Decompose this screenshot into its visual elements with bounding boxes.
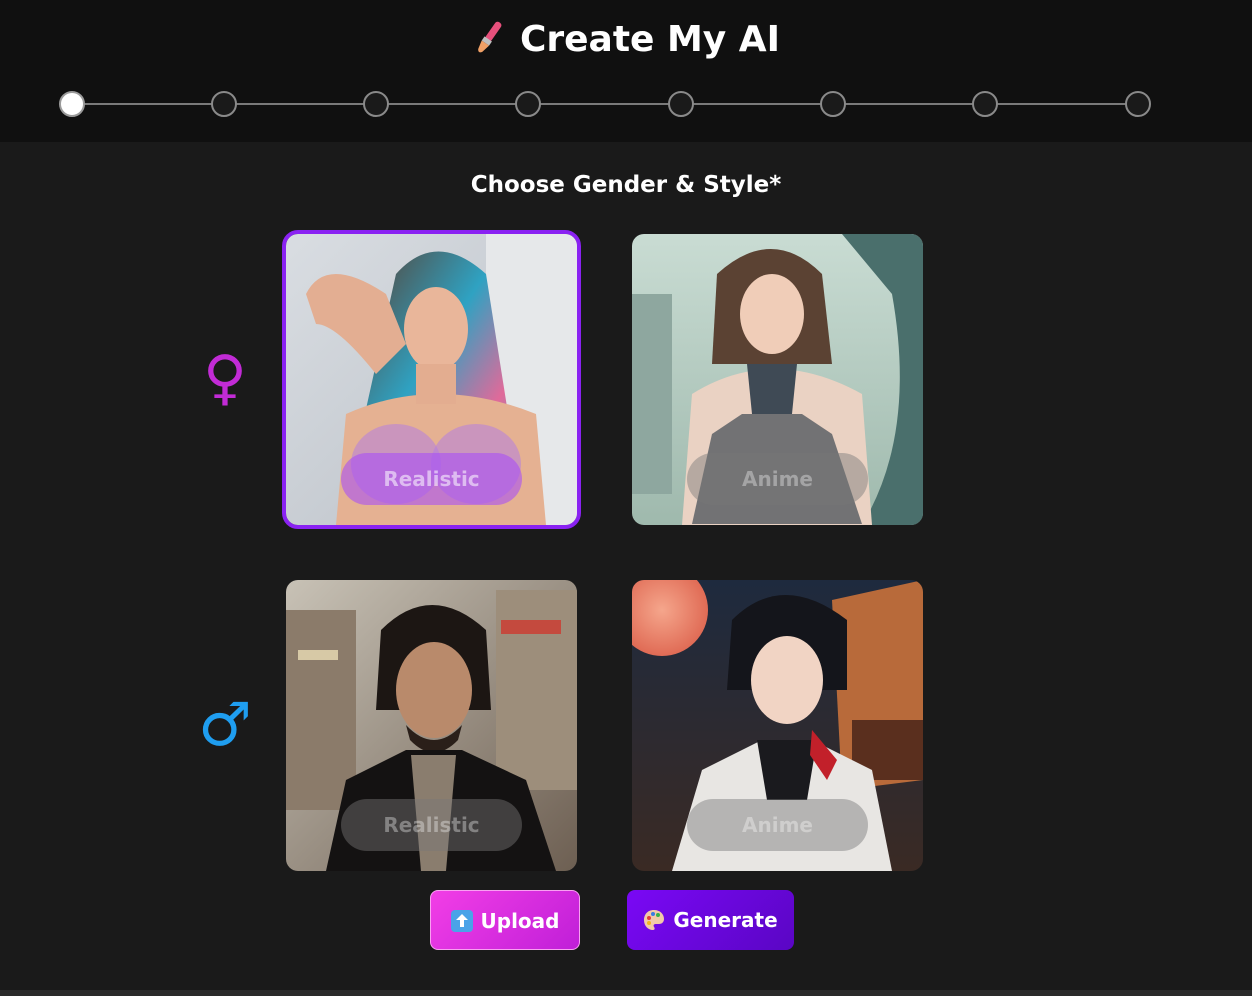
card-male-realistic[interactable]: Realistic [286,580,577,871]
card-label-anime: Anime [687,799,868,851]
palette-icon [644,909,665,930]
card-label-anime: Anime [687,453,868,505]
step-7-dot[interactable] [972,91,998,117]
step-2-dot[interactable] [211,91,237,117]
step-4-dot[interactable] [515,91,541,117]
upload-button[interactable]: Upload [430,890,580,950]
step-1-dot[interactable] [59,91,85,117]
section-title: Choose Gender & Style* [470,172,782,198]
male-symbol-icon: ♂ [198,690,252,760]
card-female-anime[interactable]: Anime [632,234,923,525]
page-title: Create My AI [0,16,1252,64]
generate-label: Generate [673,908,778,932]
step-5-dot[interactable] [668,91,694,117]
card-female-realistic[interactable]: Realistic [282,230,581,529]
header: Create My AI [0,0,1252,142]
step-6-dot[interactable] [820,91,846,117]
step-3-dot[interactable] [363,91,389,117]
upload-label: Upload [480,909,560,933]
generate-button[interactable]: Generate [627,890,794,950]
paintbrush-icon [478,21,502,53]
page-title-text: Create My AI [519,19,781,60]
card-label-realistic: Realistic [341,799,522,851]
card-label-realistic: Realistic [341,453,522,505]
bottom-divider [0,990,1252,996]
female-symbol-icon: ♀ [203,343,247,413]
step-8-dot[interactable] [1125,91,1151,117]
upload-arrow-icon [450,909,473,932]
card-male-anime[interactable]: Anime [632,580,923,871]
